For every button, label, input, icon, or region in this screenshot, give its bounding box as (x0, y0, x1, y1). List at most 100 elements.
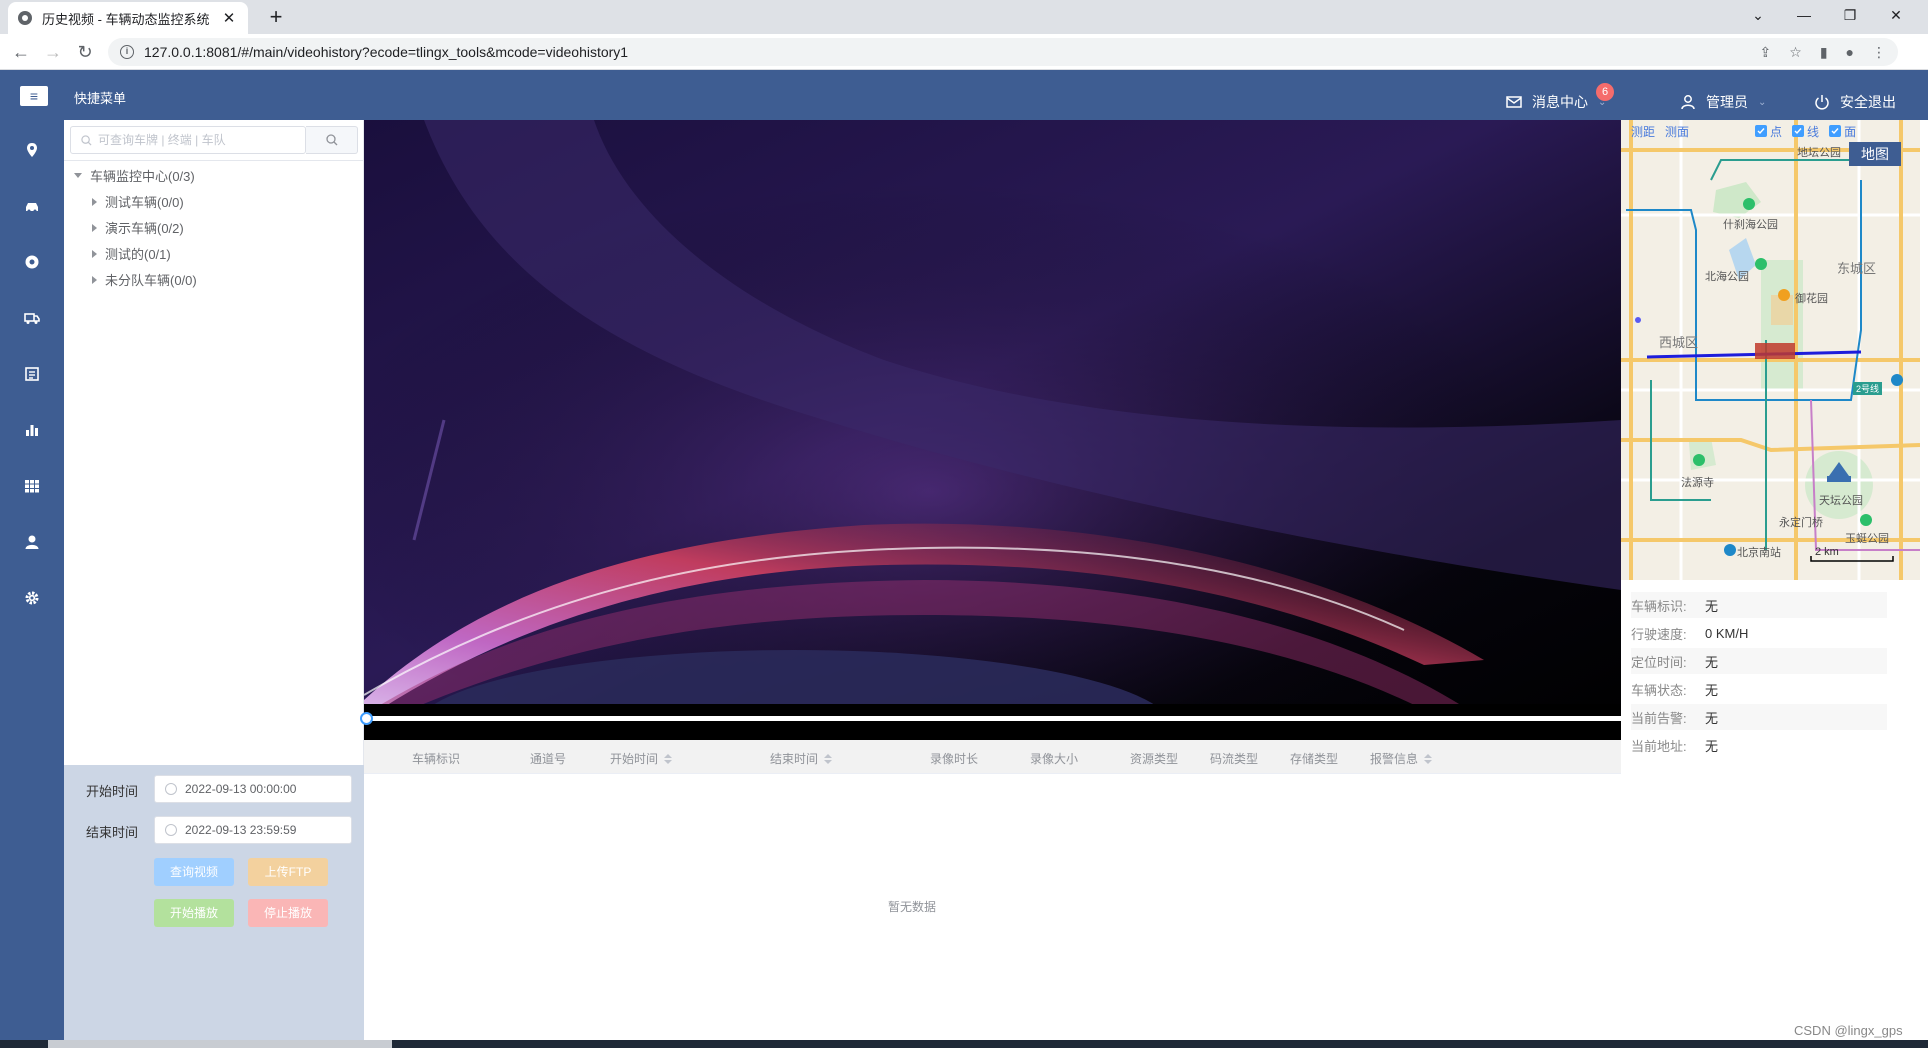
mail-icon (1506, 96, 1522, 108)
user-icon (1681, 95, 1695, 110)
profile-icon[interactable]: ● (1846, 44, 1854, 60)
column-header-sortable[interactable]: 结束时间 (770, 750, 833, 767)
area-checkbox[interactable] (1829, 125, 1842, 137)
info-row: 当前告警: 无 (1631, 704, 1887, 730)
caret-down-icon[interactable] (74, 173, 82, 178)
column-header: 录像大小 (1030, 752, 1079, 766)
reload-icon[interactable]: ↻ (72, 40, 98, 64)
report-icon[interactable] (22, 364, 42, 384)
caret-right-icon[interactable] (92, 275, 97, 284)
vehicle-search-input[interactable] (98, 133, 298, 147)
start-time-value: 2022-09-13 00:00:00 (185, 782, 297, 796)
caret-right-icon[interactable] (92, 223, 97, 232)
map-label: 地坛公园 (1797, 147, 1841, 159)
info-label: 行驶速度: (1631, 626, 1687, 642)
settings-icon[interactable] (22, 588, 42, 608)
tree-node-group[interactable]: 测试的(0/1) (92, 244, 171, 263)
stop-play-button[interactable]: 停止播放 (248, 899, 328, 927)
point-checkbox[interactable] (1755, 125, 1768, 137)
tree-node-label: 测试车辆(0/0) (105, 195, 184, 210)
line-checkbox[interactable] (1792, 125, 1805, 137)
point-checkbox-label: 点 (1770, 124, 1783, 139)
video-progress-bar[interactable] (364, 716, 1621, 721)
start-time-picker[interactable]: 2022-09-13 00:00:00 (154, 775, 352, 803)
user-icon[interactable] (22, 532, 42, 552)
upload-ftp-button[interactable]: 上传FTP (248, 858, 328, 886)
grid-icon[interactable] (22, 476, 42, 496)
tab-search-button[interactable]: ⌄ (1735, 0, 1781, 30)
column-header: 录像时长 (930, 752, 979, 766)
forward-icon[interactable]: → (40, 40, 66, 64)
measure-area-link[interactable]: 测面 (1665, 123, 1689, 140)
sort-icon[interactable] (664, 753, 673, 765)
bookmark-star-icon[interactable]: ☆ (1789, 44, 1802, 61)
target-icon[interactable] (22, 252, 42, 272)
tab-close-icon[interactable]: ✕ (220, 9, 238, 27)
caret-right-icon[interactable] (92, 197, 97, 206)
video-player[interactable] (364, 120, 1621, 740)
measure-distance-link[interactable]: 测距 (1631, 123, 1655, 140)
back-icon[interactable]: ← (8, 40, 34, 64)
column-header: 通道号 (530, 752, 567, 766)
tree-node-group[interactable]: 未分队车辆(0/0) (92, 270, 197, 289)
tree-node-group[interactable]: 测试车辆(0/0) (92, 192, 184, 211)
quick-menu-link[interactable]: 快捷菜单 (74, 88, 126, 107)
column-header-sortable[interactable]: 开始时间 (610, 750, 673, 767)
restore-button[interactable]: ❐ (1827, 0, 1873, 30)
end-time-picker[interactable]: 2022-09-13 23:59:59 (154, 816, 352, 844)
clock-icon (165, 824, 177, 836)
video-progress-handle[interactable] (360, 712, 373, 725)
tree-node-group[interactable]: 演示车辆(0/2) (92, 218, 184, 237)
column-header: 存储类型 (1290, 752, 1339, 766)
map-label: 什刹海公园 (1723, 219, 1778, 231)
chart-icon[interactable] (22, 420, 42, 440)
search-button[interactable] (306, 126, 358, 154)
close-window-button[interactable]: ✕ (1873, 0, 1919, 30)
map-label: 法源寺 (1681, 477, 1714, 489)
menu-toggle-icon[interactable]: ≡ (20, 86, 48, 106)
browser-tab[interactable]: 历史视频 - 车辆动态监控系统 ✕ (8, 2, 248, 34)
tree-node-root[interactable]: 车辆监控中心(0/3) (74, 166, 195, 185)
area-checkbox-label: 面 (1844, 124, 1857, 139)
start-play-button[interactable]: 开始播放 (154, 899, 234, 927)
message-center-menu[interactable]: 消息中心 ⌄ (1506, 92, 1606, 112)
admin-menu[interactable]: 管理员 ⌄ (1680, 92, 1766, 112)
message-count-badge: 6 (1596, 83, 1614, 101)
caret-right-icon[interactable] (92, 249, 97, 258)
site-info-icon[interactable]: i (120, 45, 134, 59)
logout-button[interactable]: 安全退出 (1814, 92, 1896, 112)
admin-label: 管理员 (1706, 94, 1748, 110)
map-label: 玉蜓公园 (1845, 533, 1889, 545)
sidebar-icon-bar (0, 120, 64, 1040)
share-icon[interactable]: ⇪ (1760, 44, 1772, 61)
favicon-icon (18, 11, 32, 25)
omnibox[interactable]: i 127.0.0.1:8081/#/main/videohistory?eco… (108, 38, 1898, 66)
map-label: 西城区 (1659, 335, 1699, 350)
start-time-label: 开始时间 (86, 784, 139, 799)
sort-icon[interactable] (1424, 753, 1433, 765)
truck-icon[interactable] (22, 308, 42, 328)
minimize-button[interactable]: — (1781, 0, 1827, 30)
location-icon[interactable] (22, 140, 42, 160)
map-label: 北海公园 (1705, 271, 1749, 283)
map-view[interactable]: 测距 测面 点 线 面 地图 地坛公园 什刹海公园 北海公园 东城区 御花园 西… (1621, 120, 1920, 580)
address-bar-row: ← → ↻ i 127.0.0.1:8081/#/main/videohisto… (0, 34, 1928, 70)
new-tab-button[interactable]: + (262, 4, 290, 30)
car-icon[interactable] (22, 196, 42, 216)
side-panel-icon[interactable]: ▮ (1820, 44, 1828, 61)
column-header-sortable[interactable]: 报警信息 (1370, 750, 1433, 767)
map-label: 东城区 (1837, 261, 1877, 276)
browser-tab-bar: 历史视频 - 车辆动态监控系统 ✕ + ⌄ — ❐ ✕ (0, 0, 1928, 34)
taskbar-active-item[interactable] (48, 1040, 392, 1048)
info-row: 定位时间: 无 (1631, 648, 1887, 674)
browser-menu-icon[interactable]: ⋮ (1872, 44, 1886, 61)
tree-node-label: 未分队车辆(0/0) (105, 273, 197, 288)
sort-icon[interactable] (824, 753, 833, 765)
map-type-button[interactable]: 地图 (1849, 142, 1901, 166)
url-text[interactable]: 127.0.0.1:8081/#/main/videohistory?ecode… (144, 44, 1742, 60)
tree-node-label: 测试的(0/1) (105, 247, 171, 262)
query-video-button[interactable]: 查询视频 (154, 858, 234, 886)
vehicle-tree-panel: 车辆监控中心(0/3) 测试车辆(0/0) 演示车辆(0/2) 测试的(0/1)… (64, 120, 364, 765)
vehicle-search-box[interactable] (70, 126, 306, 154)
tab-title: 历史视频 - 车辆动态监控系统 (42, 11, 210, 27)
